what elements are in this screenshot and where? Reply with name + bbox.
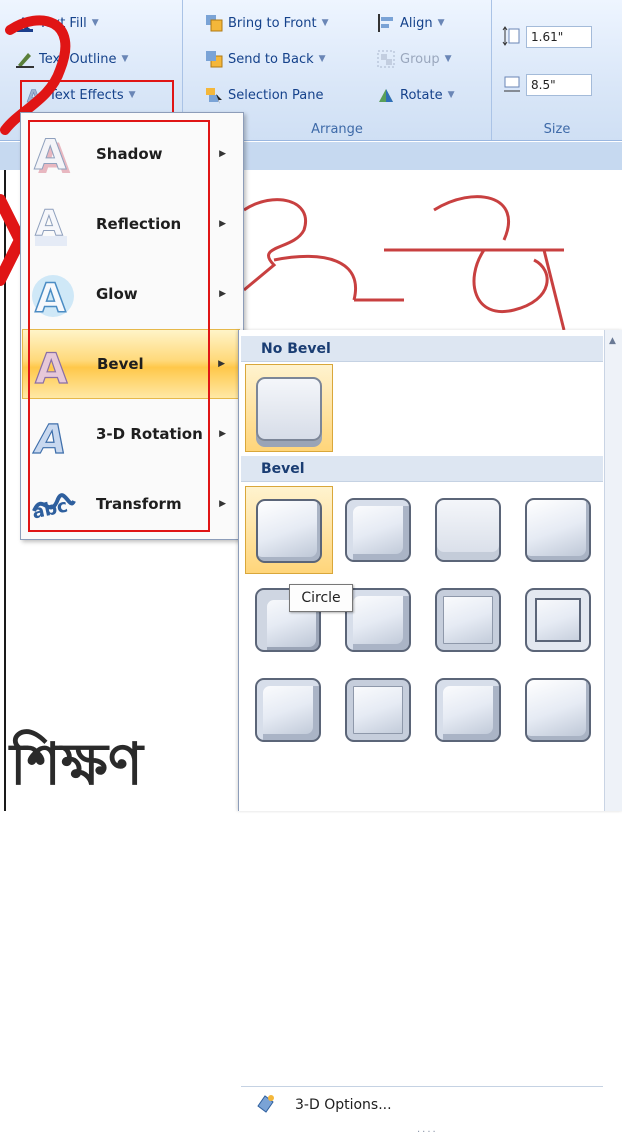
shape-width-field[interactable]: 8.5" xyxy=(526,74,592,96)
chevron-right-icon: ▶ xyxy=(219,289,226,299)
chevron-down-icon: ▼ xyxy=(121,54,129,64)
no-bevel-swatch xyxy=(256,377,322,441)
chevron-right-icon: ▶ xyxy=(219,499,226,509)
bevel-swatch xyxy=(435,588,501,652)
bevel-option[interactable] xyxy=(245,666,333,754)
size-group: 1.61" 8.5" Size xyxy=(492,0,622,140)
resize-grip[interactable]: .... xyxy=(417,1124,438,1135)
selection-pane-icon xyxy=(205,86,223,104)
chevron-down-icon: ▼ xyxy=(321,18,329,28)
chevron-right-icon: ▶ xyxy=(219,429,226,439)
bevel-option[interactable] xyxy=(515,576,603,664)
gallery-scrollbar[interactable]: ▲ xyxy=(604,330,622,811)
group-label: Group xyxy=(400,51,440,67)
bevel-swatch xyxy=(255,678,321,742)
send-to-back-icon xyxy=(205,50,223,68)
bevel-tooltip: Circle xyxy=(289,584,353,612)
bevel-option[interactable] xyxy=(425,486,513,574)
bengali-document-text: শিক্ষণ xyxy=(10,730,143,798)
menu-items-highlight xyxy=(28,120,210,532)
bevel-swatch xyxy=(435,678,501,742)
bring-to-front-icon xyxy=(205,14,223,32)
send-to-back-label: Send to Back xyxy=(228,51,314,67)
chevron-down-icon: ▼ xyxy=(318,54,326,64)
bevel-option[interactable] xyxy=(425,666,513,754)
bevel-option[interactable] xyxy=(335,486,423,574)
bevel-swatch xyxy=(525,678,591,742)
selection-pane-label: Selection Pane xyxy=(228,87,324,103)
3d-options-button[interactable]: 3-D Options... xyxy=(241,1086,603,1123)
3d-options-label: 3-D Options... xyxy=(295,1097,392,1113)
chevron-down-icon: ▼ xyxy=(444,54,452,64)
bevel-swatch xyxy=(345,678,411,742)
group-icon xyxy=(377,50,395,68)
chevron-right-icon: ▶ xyxy=(219,149,226,159)
size-group-label: Size xyxy=(543,122,571,137)
chevron-right-icon: ▶ xyxy=(218,359,225,369)
rotate-button[interactable]: Rotate ▼ xyxy=(377,82,454,108)
chevron-down-icon: ▼ xyxy=(437,18,445,28)
bevel-swatch xyxy=(256,499,322,563)
bring-to-front-button[interactable]: Bring to Front ▼ xyxy=(205,10,328,36)
height-icon xyxy=(502,26,522,50)
bevel-option[interactable] xyxy=(335,666,423,754)
3d-options-icon xyxy=(255,1092,277,1118)
bevel-gallery: No Bevel Bevel 3-D Options... .... ▲ xyxy=(238,330,622,1135)
chevron-down-icon: ▼ xyxy=(91,18,99,28)
rotate-icon xyxy=(377,86,395,104)
no-bevel-header: No Bevel xyxy=(241,336,603,362)
scroll-up-icon[interactable]: ▲ xyxy=(609,336,616,346)
selection-pane-button[interactable]: Selection Pane xyxy=(205,82,324,108)
bevel-option[interactable] xyxy=(515,666,603,754)
shape-height-field[interactable]: 1.61" xyxy=(526,26,592,48)
width-icon xyxy=(502,74,522,98)
align-button[interactable]: Align ▼ xyxy=(377,10,445,36)
wordart-preview xyxy=(243,195,566,331)
rotate-label: Rotate xyxy=(400,87,443,103)
bevel-option[interactable] xyxy=(515,486,603,574)
group-button[interactable]: Group ▼ xyxy=(377,46,452,72)
bevel-option[interactable] xyxy=(425,576,513,664)
bevel-swatch xyxy=(345,588,411,652)
bevel-swatch xyxy=(525,498,591,562)
bevel-option-none[interactable] xyxy=(245,364,333,452)
align-icon xyxy=(377,14,395,32)
bevel-swatch xyxy=(435,498,501,562)
chevron-down-icon: ▼ xyxy=(447,90,455,100)
chevron-right-icon: ▶ xyxy=(219,219,226,229)
bring-to-front-label: Bring to Front xyxy=(228,15,317,31)
send-to-back-button[interactable]: Send to Back ▼ xyxy=(205,46,326,72)
align-label: Align xyxy=(400,15,433,31)
bevel-option-circle[interactable] xyxy=(245,486,333,574)
bevel-swatch xyxy=(345,498,411,562)
bevel-header: Bevel xyxy=(241,456,603,482)
bevel-swatch xyxy=(525,588,591,652)
